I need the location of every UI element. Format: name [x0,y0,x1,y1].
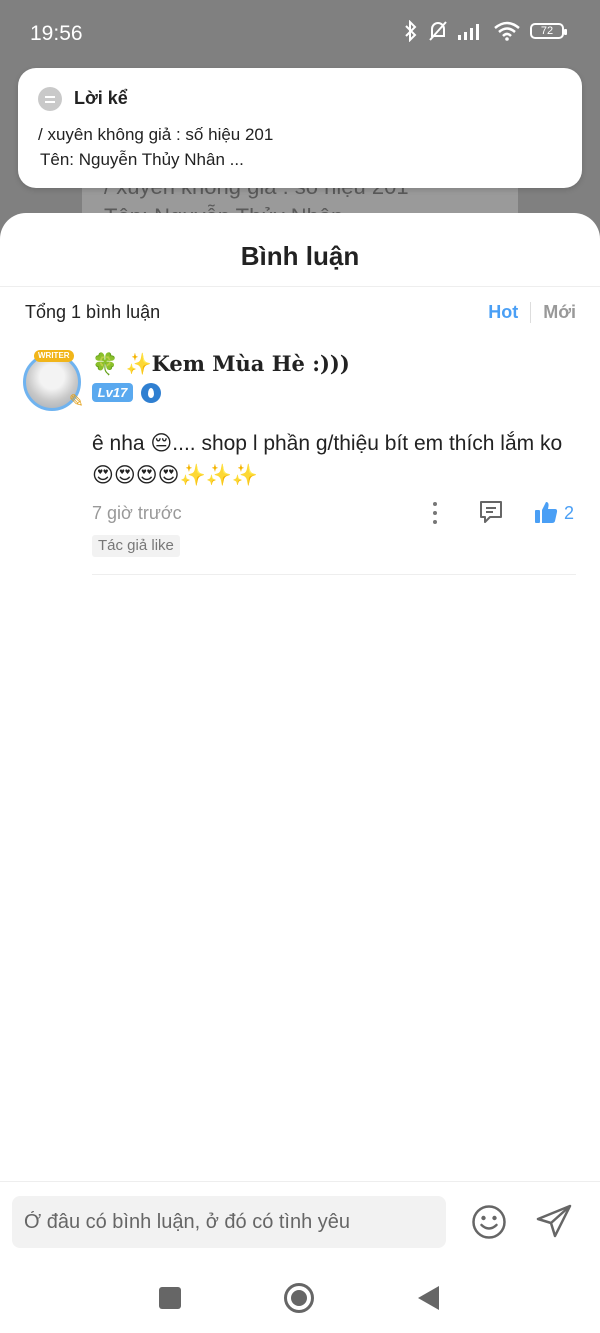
back-button[interactable] [418,1286,439,1310]
send-icon[interactable] [535,1203,573,1241]
recent-apps-button[interactable] [159,1287,181,1309]
bell-muted-icon [429,21,447,41]
notification-popup[interactable]: Lời kể / xuyên không giả : số hiệu 201 T… [18,68,582,188]
comment-time: 7 giờ trước [92,503,182,523]
battery-icon: 72 [530,23,567,39]
sheet-title: Bình luận [240,241,360,271]
bluetooth-icon [405,20,417,42]
like-count: 2 [564,503,575,523]
home-button[interactable] [284,1283,314,1313]
more-options-icon[interactable] [433,502,439,524]
wifi-icon [494,21,520,41]
comments-sheet: Bình luận Tổng 1 bình luận Hot Mới WRITE… [0,213,600,1333]
tab-new[interactable]: Mới [531,302,576,323]
navigation-bar [0,1253,600,1333]
battery-level: 72 [540,25,554,37]
pen-icon: ✎ [68,391,84,411]
avatar[interactable]: WRITER ✎ [23,350,84,411]
status-bar: 19:56 72 [0,0,600,68]
reply-icon[interactable] [478,499,504,525]
notification-title: Lời kể [74,88,128,108]
username[interactable]: 🍀 ✨Kem Mùa Hè :))) [92,351,350,377]
message-icon [38,87,62,111]
notification-line-1: / xuyên không giả : số hiệu 201 [38,125,274,144]
signal-icon [458,24,479,40]
sort-tabs: Hot Mới [488,302,576,323]
divider [92,574,576,575]
comment-input-bar [0,1181,600,1254]
author-liked-tag: Tác giả like [92,535,180,557]
level-badge: Lv17 [92,383,133,402]
emoji-icon[interactable] [471,1204,507,1240]
notification-line-2: Tên: Nguyễn Thủy Nhân ... [40,150,244,169]
thumbs-up-icon[interactable] [533,499,559,525]
verified-icon [141,383,161,403]
comment-count: Tổng 1 bình luận [25,302,161,322]
comment-input[interactable] [12,1196,446,1248]
status-time: 19:56 [30,22,83,45]
divider [0,286,600,287]
status-icons: 72 [404,20,567,42]
avatar-badge: WRITER [34,350,74,362]
comment-text: ê nha 😔.... shop l phần g/thiệu bít em t… [92,432,563,487]
tab-hot[interactable]: Hot [488,302,532,323]
